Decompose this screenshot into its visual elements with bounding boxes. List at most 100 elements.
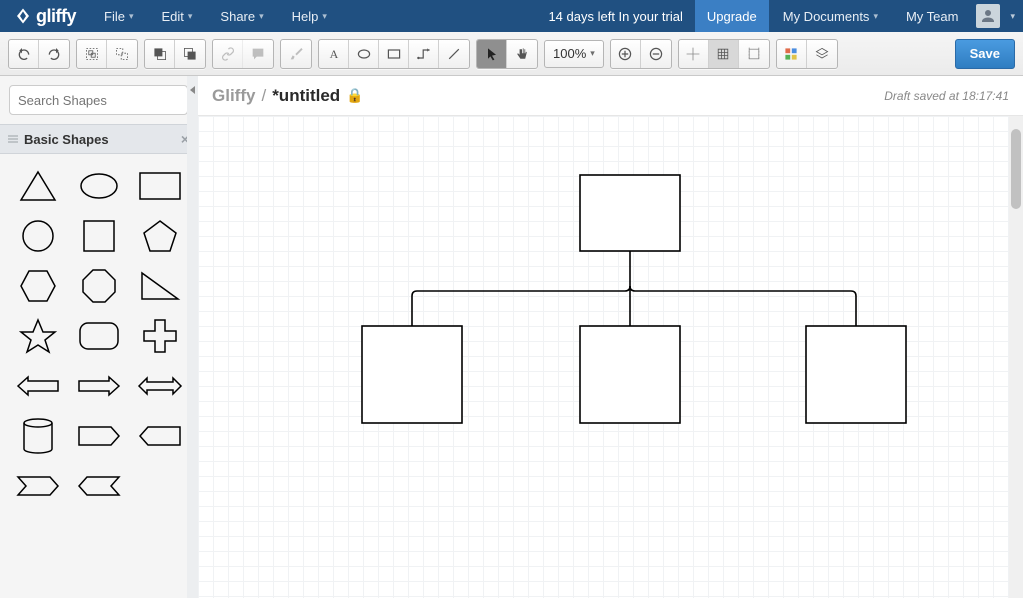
- layers-icon: [814, 46, 830, 62]
- breadcrumb-root[interactable]: Gliffy: [212, 86, 255, 106]
- undo-redo-group: [8, 39, 70, 69]
- snap-objects-button[interactable]: [739, 40, 769, 68]
- zoom-level-dropdown[interactable]: 100%▾: [544, 40, 604, 68]
- show-grid-button[interactable]: [709, 40, 739, 68]
- themes-icon: [783, 46, 799, 62]
- shape-chevron-left[interactable]: [77, 468, 121, 504]
- zoom-controls: 100%▾: [544, 39, 672, 69]
- shape-cylinder[interactable]: [16, 418, 60, 454]
- link-icon: [220, 46, 236, 62]
- diagram-node-child-3[interactable]: [806, 326, 906, 423]
- send-back-icon: [182, 46, 198, 62]
- drawing-canvas[interactable]: [198, 116, 1023, 598]
- snap-icon: [685, 46, 701, 62]
- shape-pentagon[interactable]: [138, 218, 182, 254]
- brand-logo[interactable]: gliffy: [0, 6, 90, 27]
- insert-group: A: [318, 39, 470, 69]
- drag-handle-icon: [8, 134, 18, 144]
- nav-my-documents[interactable]: My Documents▾: [769, 0, 892, 32]
- pan-tool-button[interactable]: [507, 40, 537, 68]
- shape-right-triangle[interactable]: [138, 268, 182, 304]
- menu-share[interactable]: Share▾: [206, 0, 277, 32]
- undo-button[interactable]: [9, 40, 39, 68]
- shape-triangle[interactable]: [16, 168, 60, 204]
- shape-circle[interactable]: [16, 218, 60, 254]
- main-menu: File▾ Edit▾ Share▾ Help▾: [90, 0, 341, 32]
- menu-file[interactable]: File▾: [90, 0, 147, 32]
- document-title[interactable]: *untitled: [272, 86, 340, 106]
- diagram-node-child-1[interactable]: [362, 326, 462, 423]
- shape-arrow-left[interactable]: [16, 368, 60, 404]
- ellipse-tool-button[interactable]: [349, 40, 379, 68]
- toolbar: A 100%▾ Save: [0, 32, 1023, 76]
- shape-ellipse[interactable]: [77, 168, 121, 204]
- format-painter-button: [281, 40, 311, 68]
- upgrade-button[interactable]: Upgrade: [695, 0, 769, 32]
- panel-header-basic-shapes[interactable]: Basic Shapes ×: [0, 124, 197, 154]
- shape-tag-right[interactable]: [77, 418, 121, 454]
- group-icon: [84, 46, 100, 62]
- text-tool-button[interactable]: A: [319, 40, 349, 68]
- pointer-group: [476, 39, 538, 69]
- nav-my-team[interactable]: My Team: [892, 0, 973, 32]
- layers-button[interactable]: [807, 40, 837, 68]
- send-back-button[interactable]: [175, 40, 205, 68]
- paintbrush-icon: [288, 46, 304, 62]
- shape-search[interactable]: [9, 85, 188, 115]
- link-comment-group: [212, 39, 274, 69]
- shapes-palette: [0, 154, 197, 518]
- user-avatar[interactable]: [976, 4, 1000, 28]
- shape-plus[interactable]: [138, 318, 182, 354]
- shape-arrow-right[interactable]: [77, 368, 121, 404]
- shape-square[interactable]: [77, 218, 121, 254]
- rectangle-icon: [386, 46, 402, 62]
- canvas-area: Gliffy / *untitled 🔒 Draft saved at 18:1…: [198, 76, 1023, 598]
- zoom-out-icon: [648, 46, 664, 62]
- redo-button[interactable]: [39, 40, 69, 68]
- shape-chevron-right[interactable]: [16, 468, 60, 504]
- chevron-down-icon: ▾: [590, 48, 595, 59]
- diagram-node-child-2[interactable]: [580, 326, 680, 423]
- bring-front-button[interactable]: [145, 40, 175, 68]
- format-painter-group: [280, 39, 312, 69]
- ungroup-button[interactable]: [107, 40, 137, 68]
- connector-icon: [416, 46, 432, 62]
- comment-icon: [250, 46, 266, 62]
- ellipse-icon: [356, 46, 372, 62]
- menu-edit[interactable]: Edit▾: [147, 0, 206, 32]
- trial-notice: 14 days left In your trial: [536, 0, 694, 32]
- shape-tag-left[interactable]: [138, 418, 182, 454]
- shape-rounded-rect[interactable]: [77, 318, 121, 354]
- pointer-tool-button[interactable]: [477, 40, 507, 68]
- shape-arrow-both[interactable]: [138, 368, 182, 404]
- group-button[interactable]: [77, 40, 107, 68]
- link-button: [213, 40, 243, 68]
- shape-star[interactable]: [16, 318, 60, 354]
- save-button[interactable]: Save: [955, 39, 1015, 69]
- line-tool-button[interactable]: [439, 40, 469, 68]
- undo-icon: [16, 46, 32, 62]
- connector-tool-button[interactable]: [409, 40, 439, 68]
- menu-help[interactable]: Help▾: [278, 0, 341, 32]
- search-input[interactable]: [18, 93, 194, 108]
- shape-hexagon[interactable]: [16, 268, 60, 304]
- snap-grid-button[interactable]: [679, 40, 709, 68]
- vertical-scrollbar[interactable]: [1009, 116, 1023, 598]
- rectangle-tool-button[interactable]: [379, 40, 409, 68]
- collapse-left-icon: [190, 86, 195, 94]
- chevron-down-icon: ▾: [322, 11, 327, 22]
- grid-icon: [715, 46, 731, 62]
- text-icon: A: [326, 46, 342, 62]
- scrollbar-thumb[interactable]: [1011, 129, 1021, 209]
- shape-rectangle[interactable]: [138, 168, 182, 204]
- gliffy-logo-icon: [14, 7, 32, 25]
- zoom-in-button[interactable]: [611, 40, 641, 68]
- zoom-out-button[interactable]: [641, 40, 671, 68]
- shape-sidebar: Basic Shapes ×: [0, 76, 198, 598]
- diagram-node-root[interactable]: [580, 175, 680, 251]
- sidebar-splitter[interactable]: [187, 76, 198, 598]
- chevron-down-icon: ▾: [873, 11, 878, 22]
- themes-button[interactable]: [777, 40, 807, 68]
- shape-octagon[interactable]: [77, 268, 121, 304]
- chevron-down-icon: ▾: [188, 11, 193, 22]
